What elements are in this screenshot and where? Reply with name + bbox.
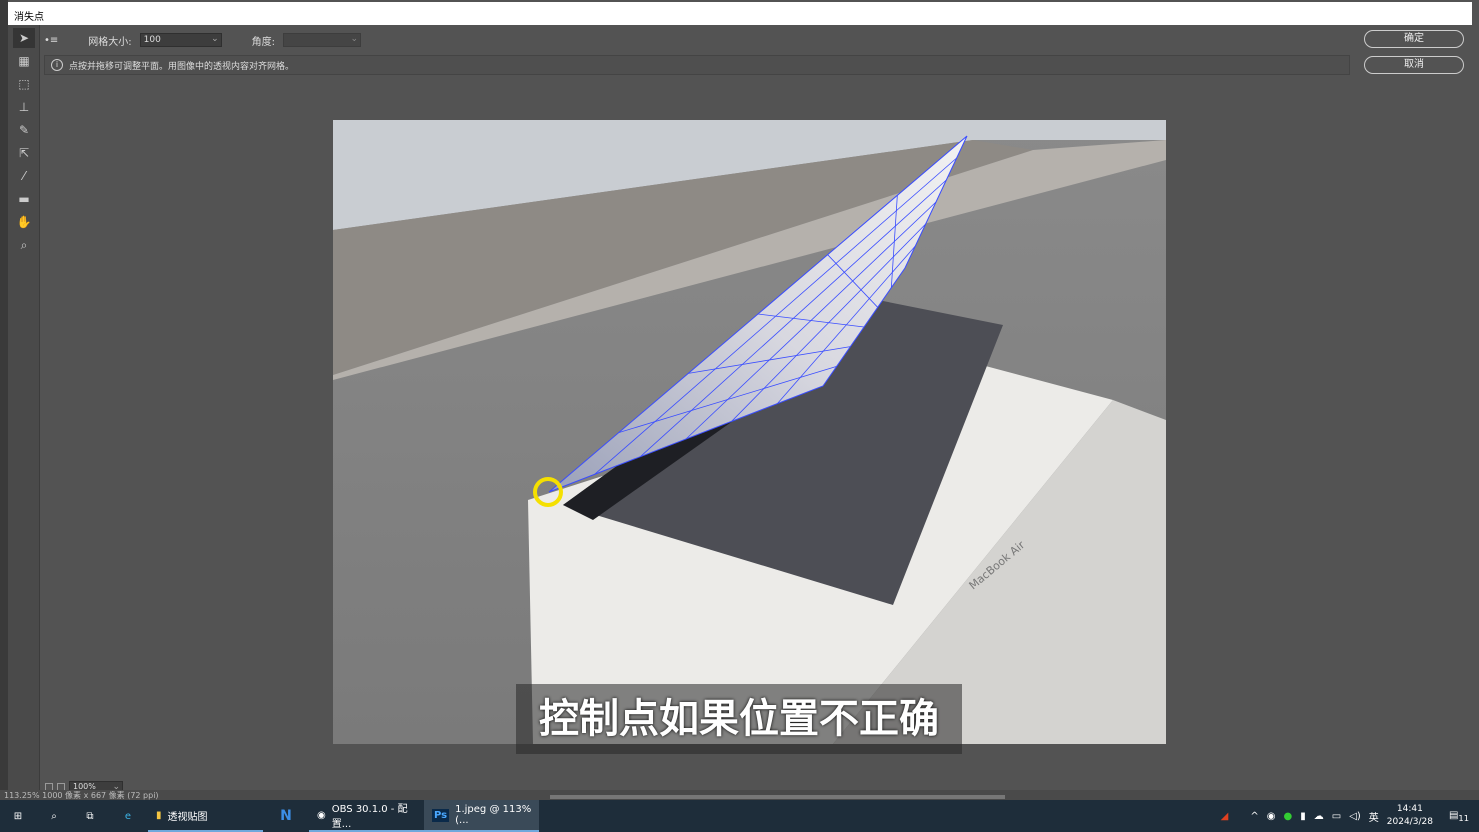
chevron-up-icon[interactable]: ^ <box>1250 811 1258 822</box>
info-bar: i 点按并拖移可调整平面。用图像中的透视内容对齐网格。 <box>44 55 1350 75</box>
info-icon: i <box>51 59 63 71</box>
transform-tool-icon[interactable]: ⇱ <box>13 143 35 163</box>
obs-tray-icon[interactable]: ◉ <box>1267 811 1276 822</box>
app-label: OBS 30.1.0 - 配置... <box>331 804 408 830</box>
grid-size-value: 100 <box>143 35 161 45</box>
marquee-tool-icon[interactable]: ⬚ <box>13 74 35 94</box>
photo-macbook: MacBook Air <box>333 120 1166 744</box>
grid-size-label: 网格大小: <box>88 36 132 48</box>
edit-plane-tool-icon[interactable]: ➤ <box>13 28 35 48</box>
obs-icon: ◉ <box>317 809 326 821</box>
bookmark-icon[interactable]: ▮ <box>1300 811 1306 822</box>
grid-size-select[interactable]: 100 ⌄ <box>139 33 222 47</box>
search-icon[interactable]: ⌕ <box>36 800 72 832</box>
dialog-title: 消失点 <box>8 2 1472 25</box>
taskbar-app-photoshop[interactable]: Ps 1.jpeg @ 113% (... <box>424 800 539 832</box>
edge-browser-icon[interactable]: e <box>108 800 148 832</box>
photoshop-icon: Ps <box>432 808 450 822</box>
taskbar-app-explorer[interactable]: ▮ 透视贴图 <box>148 800 263 832</box>
taskbar: ⊞ ⌕ ⧉ e ▮ 透视贴图 N ◉ OBS 30.1.0 - 配置... Ps 1.… <box>0 800 1479 832</box>
time: 14:41 <box>1396 804 1423 814</box>
volume-icon[interactable]: ◁) <box>1349 811 1361 822</box>
folder-icon: ▮ <box>156 809 162 821</box>
chevron-down-icon: ⌄ <box>211 34 219 44</box>
signal-app-icon[interactable]: ◢ <box>1221 811 1229 822</box>
zoom-tool-icon[interactable]: ⌕ <box>13 235 35 255</box>
system-tray: ◢ ^ ◉ ● ▮ ☁ ▭ ◁) 英 14:41 2024/3/28 ▤11 <box>1221 800 1479 832</box>
angle-label: 角度: <box>251 36 276 48</box>
notification-count: 11 <box>1458 812 1469 823</box>
measure-tool-icon[interactable]: ▬ <box>13 189 35 209</box>
create-plane-tool-icon[interactable]: ▦ <box>13 51 35 71</box>
cancel-button[interactable]: 取消 <box>1364 56 1464 74</box>
video-subtitle: 控制点如果位置不正确 <box>516 684 962 754</box>
horizontal-scrollbar[interactable] <box>550 795 1005 799</box>
date: 2024/3/28 <box>1386 817 1433 827</box>
info-message: 点按并拖移可调整平面。用图像中的透视内容对齐网格。 <box>69 61 295 72</box>
cloud-icon[interactable]: ☁ <box>1314 811 1324 822</box>
start-windows-icon[interactable]: ⊞ <box>0 800 36 832</box>
notification-icon[interactable]: ▤11 <box>1449 810 1469 823</box>
hand-tool-icon[interactable]: ✋ <box>13 212 35 232</box>
angle-select[interactable]: ⌄ <box>283 33 362 47</box>
menu-icon[interactable]: •≡ <box>44 35 58 46</box>
app-label: 透视贴图 <box>167 811 208 823</box>
task-view-icon[interactable]: ⧉ <box>72 800 108 832</box>
wechat-icon[interactable]: ● <box>1283 811 1292 822</box>
clock[interactable]: 14:41 2024/3/28 <box>1387 803 1433 829</box>
ime-indicator[interactable]: 英 <box>1369 809 1379 824</box>
stamp-tool-icon[interactable]: ⊥ <box>13 97 35 117</box>
tool-panel: ➤ ▦ ⬚ ⊥ ✎ ⇱ ⁄ ▬ ✋ ⌕ <box>8 25 40 795</box>
app-label: 1.jpeg @ 113% (... <box>455 804 532 826</box>
options-bar: •≡ 网格大小: 100 ⌄ 角度: ⌄ <box>44 30 362 50</box>
brush-tool-icon[interactable]: ✎ <box>13 120 35 140</box>
n-app-icon[interactable]: N <box>263 800 309 832</box>
taskbar-app-obs[interactable]: ◉ OBS 30.1.0 - 配置... <box>309 800 424 832</box>
chevron-down-icon: ⌄ <box>350 34 359 44</box>
image-canvas[interactable]: MacBook Air <box>333 120 1166 744</box>
network-icon[interactable]: ▭ <box>1332 811 1341 822</box>
ok-button[interactable]: 确定 <box>1364 30 1464 48</box>
window-edge <box>0 0 8 800</box>
eyedropper-tool-icon[interactable]: ⁄ <box>13 166 35 186</box>
